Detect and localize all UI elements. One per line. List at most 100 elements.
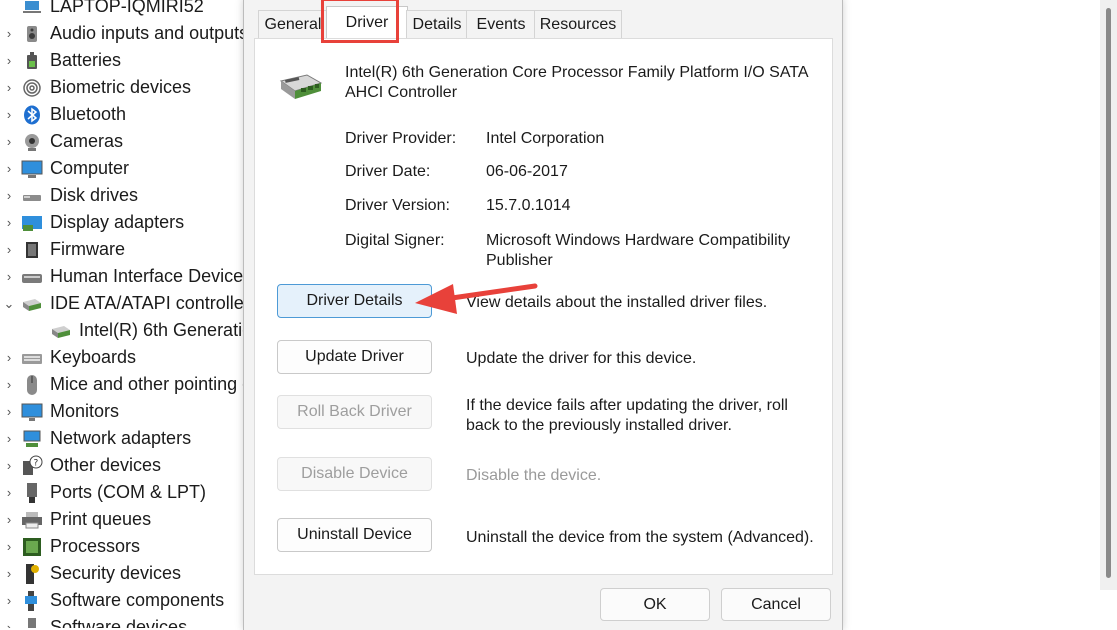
tree-item-label: Keyboards xyxy=(50,347,137,367)
tree-item-label: Network adapters xyxy=(50,428,192,448)
uninstall-device-description: Uninstall the device from the system (Ad… xyxy=(466,529,814,546)
mouse-icon xyxy=(21,374,43,396)
chevron-right-icon[interactable]: › xyxy=(0,350,18,365)
driver-provider-value: Intel Corporation xyxy=(486,130,605,147)
tree-item[interactable]: › Software devices xyxy=(0,614,187,628)
tree-item-label: Human Interface Devices xyxy=(50,266,250,286)
tree-item[interactable]: › Keyboards xyxy=(0,344,136,371)
chevron-right-icon[interactable]: › xyxy=(0,161,18,176)
chevron-right-icon[interactable]: › xyxy=(0,620,18,628)
tab-driver[interactable]: Driver xyxy=(326,6,408,39)
roll-back-driver-button[interactable]: Roll Back Driver xyxy=(277,395,432,429)
chevron-right-icon[interactable]: › xyxy=(0,26,18,41)
tree-item[interactable]: › Network adapters xyxy=(0,425,191,452)
tree-item[interactable]: › Batteries xyxy=(0,47,121,74)
tree-item[interactable]: › Security devices xyxy=(0,560,181,587)
update-driver-description: Update the driver for this device. xyxy=(466,350,697,367)
chevron-right-icon[interactable]: › xyxy=(0,485,18,500)
keyboard-icon xyxy=(21,347,43,369)
tree-item[interactable]: › Human Interface Devices xyxy=(0,263,250,290)
tree-item[interactable]: › Audio inputs and outputs xyxy=(0,20,248,47)
tree-root-computer[interactable]: LAPTOP-IQMIRI52 xyxy=(0,0,204,20)
tree-item[interactable]: › Mice and other pointing devices xyxy=(0,371,250,398)
update-driver-button[interactable]: Update Driver xyxy=(277,340,432,374)
chevron-right-icon[interactable]: › xyxy=(0,512,18,527)
battery-icon xyxy=(21,50,43,72)
port-icon xyxy=(21,482,43,504)
driver-version-value: 15.7.0.1014 xyxy=(486,197,571,214)
roll-back-description: If the device fails after updating the d… xyxy=(466,397,788,434)
tree-item[interactable]: › Monitors xyxy=(0,398,119,425)
tree-item[interactable]: › Print queues xyxy=(0,506,151,533)
tree-item[interactable]: › Biometric devices xyxy=(0,74,191,101)
camera-icon xyxy=(21,131,43,153)
chevron-right-icon[interactable]: › xyxy=(0,377,18,392)
computer-icon xyxy=(21,158,43,180)
tree-item[interactable]: › Bluetooth xyxy=(0,101,126,128)
speaker-icon xyxy=(21,23,43,45)
chevron-right-icon[interactable]: › xyxy=(0,80,18,95)
bluetooth-icon xyxy=(21,104,43,126)
driver-version-label: Driver Version: xyxy=(345,197,450,214)
tree-item-label: Mice and other pointing devices xyxy=(50,374,250,394)
scrollbar-thumb[interactable] xyxy=(1106,8,1111,578)
tab-resources[interactable]: Resources xyxy=(534,10,622,38)
tree-item-label: Bluetooth xyxy=(50,104,127,124)
tree-item[interactable]: › Computer xyxy=(0,155,129,182)
uninstall-device-button[interactable]: Uninstall Device xyxy=(277,518,432,552)
tree-item-label: Software components xyxy=(50,590,225,610)
tree-item-label: IDE ATA/ATAPI controllers xyxy=(50,293,250,313)
cancel-button[interactable]: Cancel xyxy=(721,588,831,621)
controller-icon xyxy=(50,320,72,342)
tree-item[interactable]: › Firmware xyxy=(0,236,125,263)
tree-item-label: Security devices xyxy=(50,563,182,583)
digital-signer-label: Digital Signer: xyxy=(345,232,445,249)
tree-item[interactable]: ›? Other devices xyxy=(0,452,161,479)
tab-events[interactable]: Events xyxy=(466,10,536,38)
printer-icon xyxy=(21,509,43,531)
sata-controller-icon xyxy=(277,69,325,105)
disable-device-button[interactable]: Disable Device xyxy=(277,457,432,491)
display-adapter-icon xyxy=(21,212,43,234)
chevron-right-icon[interactable]: › xyxy=(0,566,18,581)
hid-icon xyxy=(21,266,43,288)
annotation-arrow-icon xyxy=(415,283,538,314)
chevron-right-icon[interactable]: › xyxy=(0,242,18,257)
fingerprint-icon xyxy=(21,77,43,99)
disk-drive-icon xyxy=(21,185,43,207)
chevron-right-icon[interactable]: › xyxy=(0,458,18,473)
chevron-right-icon[interactable]: › xyxy=(0,593,18,608)
tree-item-label: Audio inputs and outputs xyxy=(50,23,249,43)
tree-item[interactable]: › Processors xyxy=(0,533,140,560)
tree-item[interactable]: › Software components xyxy=(0,587,224,614)
svg-text:?: ? xyxy=(34,458,39,468)
scrollbar[interactable] xyxy=(1100,0,1117,590)
driver-date-label: Driver Date: xyxy=(345,163,431,180)
chevron-right-icon[interactable]: › xyxy=(0,53,18,68)
tree-item[interactable]: › Ports (COM & LPT) xyxy=(0,479,206,506)
tree-item[interactable]: › Display adapters xyxy=(0,209,184,236)
tab-details[interactable]: Details xyxy=(406,10,468,38)
tree-item-label: Processors xyxy=(50,536,141,556)
chevron-right-icon[interactable]: › xyxy=(0,404,18,419)
chevron-right-icon[interactable]: › xyxy=(0,269,18,284)
chevron-right-icon[interactable]: › xyxy=(0,431,18,446)
tree-item[interactable]: › Cameras xyxy=(0,128,123,155)
tree-item[interactable]: ⌄ IDE ATA/ATAPI controllers xyxy=(0,290,250,317)
controller-icon xyxy=(21,293,43,315)
tree-item[interactable]: › Disk drives xyxy=(0,182,138,209)
tab-general[interactable]: General xyxy=(258,10,328,38)
chevron-down-icon[interactable]: ⌄ xyxy=(0,296,18,312)
laptop-icon xyxy=(21,0,43,18)
tree-item-label: Print queues xyxy=(50,509,152,529)
chevron-right-icon[interactable]: › xyxy=(0,215,18,230)
chevron-right-icon[interactable]: › xyxy=(0,107,18,122)
chevron-right-icon[interactable]: › xyxy=(0,134,18,149)
ok-button[interactable]: OK xyxy=(600,588,710,621)
chevron-right-icon[interactable]: › xyxy=(0,188,18,203)
driver-date-value: 06-06-2017 xyxy=(486,163,568,180)
tree-item[interactable]: Intel(R) 6th Generation Core Processor F… xyxy=(0,317,250,344)
tree-item-label: LAPTOP-IQMIRI52 xyxy=(50,0,204,16)
chevron-right-icon[interactable]: › xyxy=(0,539,18,554)
tree-item-label: Ports (COM & LPT) xyxy=(50,482,207,502)
